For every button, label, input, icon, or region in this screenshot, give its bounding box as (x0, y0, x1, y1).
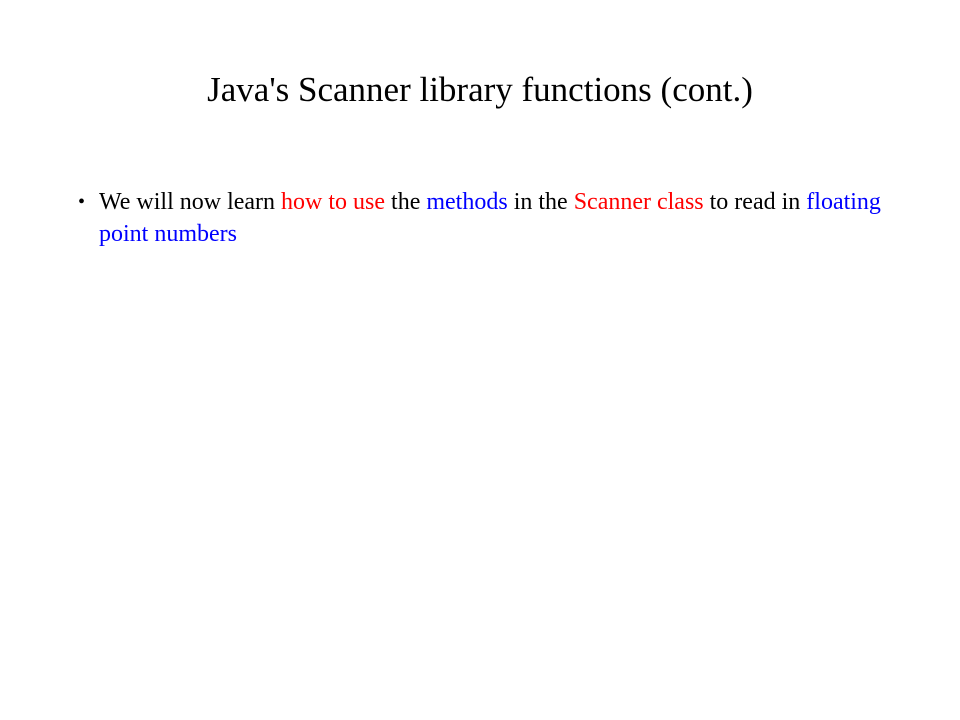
bullet-text: We will now learn how to use the methods… (99, 186, 882, 251)
slide-content: • We will now learn how to use the metho… (0, 186, 960, 251)
slide-title: Java's Scanner library functions (cont.) (0, 70, 960, 110)
text-highlight-red: Scanner class (574, 189, 704, 215)
text-highlight-blue: methods (426, 189, 507, 215)
text-part: the (385, 189, 426, 215)
bullet-item: • We will now learn how to use the metho… (78, 186, 882, 251)
bullet-marker: • (78, 186, 85, 218)
text-part: to read in (704, 189, 807, 215)
text-part: We will now learn (99, 189, 281, 215)
text-part: in the (508, 189, 574, 215)
text-highlight-red: how to use (281, 189, 385, 215)
